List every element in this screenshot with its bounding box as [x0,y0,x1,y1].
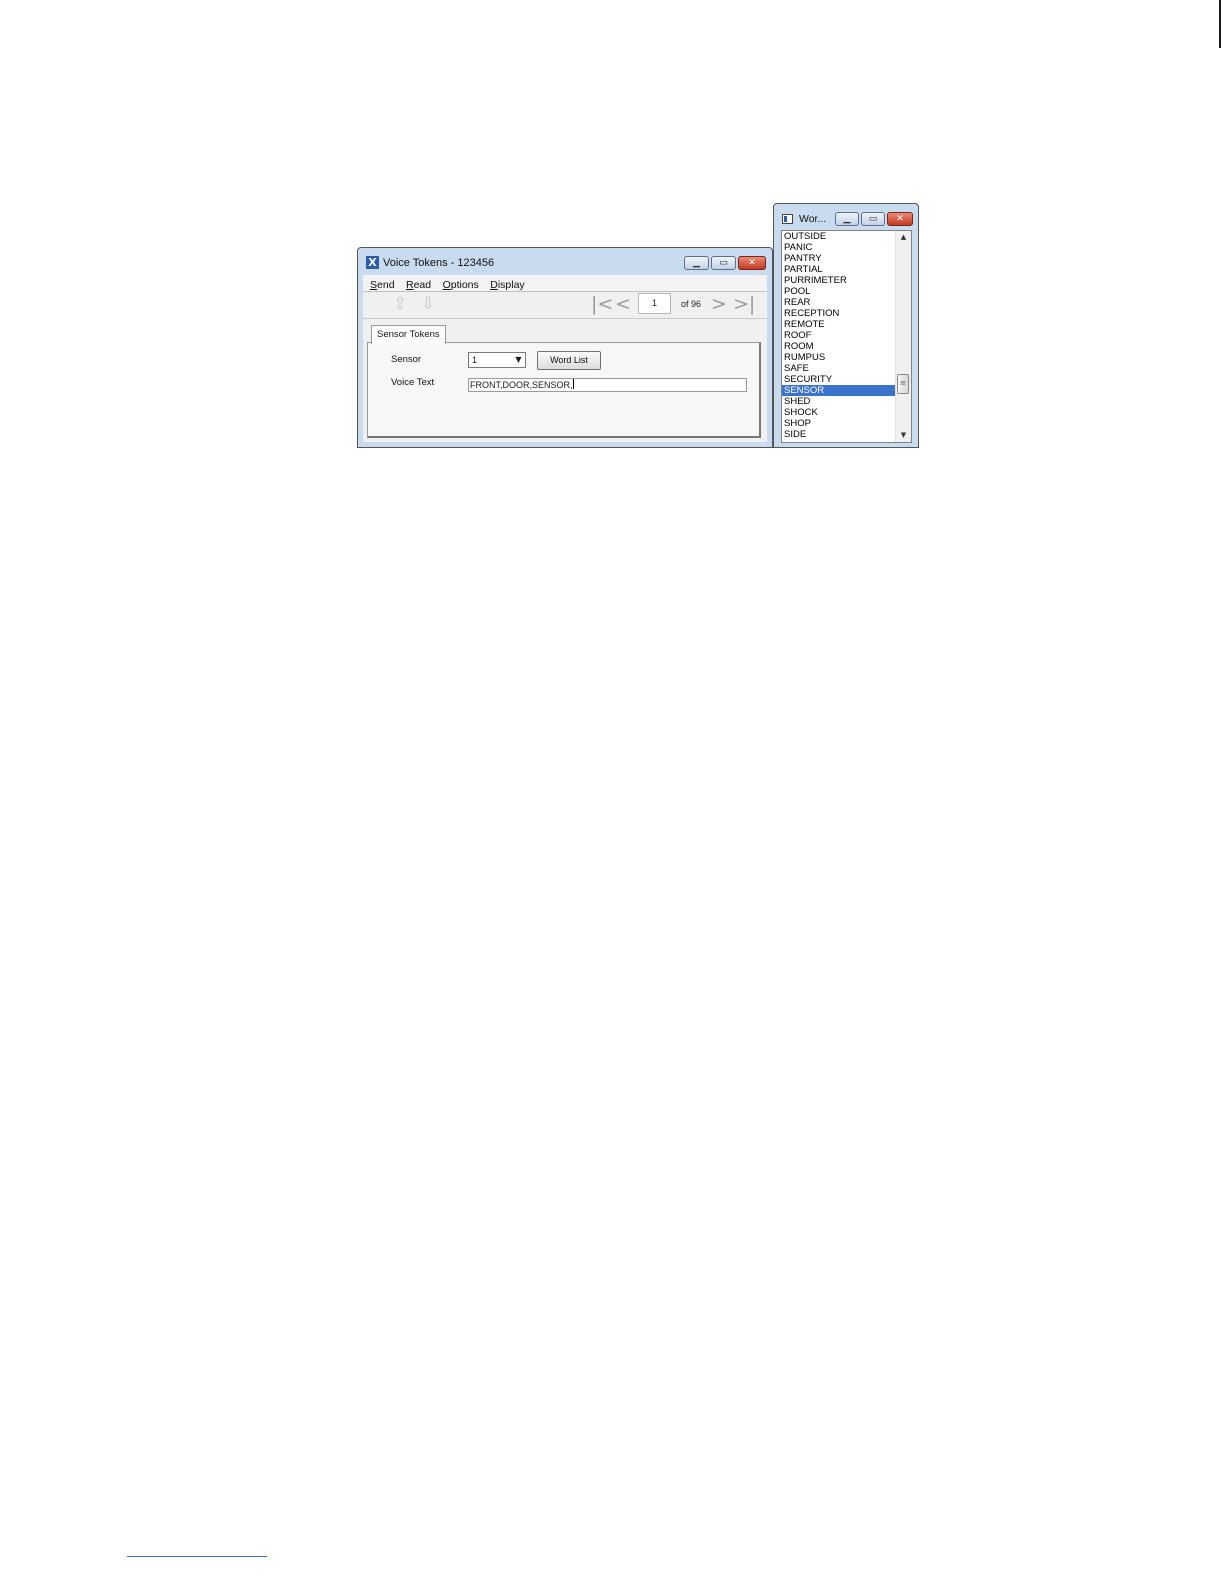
word-list-title-bar[interactable]: Wor... ▁ ▭ ✕ [774,204,918,231]
word-list-minimize-button[interactable]: ▁ [835,212,859,226]
list-item[interactable]: PANIC [782,242,896,253]
list-item[interactable]: POOL [782,286,896,297]
next-page-icon[interactable]: > [711,294,727,314]
list-item[interactable]: ROOF [782,330,896,341]
voice-text-label: Voice Text [391,377,435,388]
list-item[interactable]: RECEPTION [782,308,896,319]
voice-text-input[interactable]: FRONT,DOOR,SENSOR, [468,378,747,392]
list-item[interactable]: PARTIAL [782,264,896,275]
menu-read[interactable]: Read [406,277,431,293]
list-item[interactable]: OUTSIDE [782,231,896,242]
word-list-close-button[interactable]: ✕ [887,212,913,226]
list-item[interactable]: REAR [782,297,896,308]
word-listbox[interactable]: OUTSIDE PANIC PANTRY PARTIAL PURRIMETER POOL R… [781,230,912,443]
list-item[interactable]: SIDE [782,429,896,440]
vertical-scrollbar[interactable]: ▲ ≡ ▼ [895,231,911,442]
scroll-down-icon[interactable]: ▼ [896,429,911,442]
last-page-icon[interactable]: >| [733,294,755,314]
word-list-window: Wor... ▁ ▭ ✕ OUTSIDE PANIC PANTRY PARTIAL PU… [773,203,919,448]
maximize-button[interactable]: ▭ [711,256,736,270]
caption-buttons: ▁ ▭ ✕ [682,256,766,271]
toolbar: ⇧ ⇩ |< < 1 of 96 > >| [363,292,767,319]
word-items: OUTSIDE PANIC PANTRY PARTIAL PURRIMETER POOL R… [782,231,896,440]
read-download-icon[interactable]: ⇩ [421,295,435,313]
list-item[interactable]: ROOM [782,341,896,352]
sensor-value: 1 [472,355,478,365]
minimize-button[interactable]: ▁ [684,256,709,270]
app-logo-icon: X [366,256,379,269]
footnote-rule [127,1556,267,1557]
list-item[interactable]: SHOCK [782,407,896,418]
first-page-icon[interactable]: |< [591,294,613,314]
word-list-caption-buttons: ▁ ▭ ✕ [833,212,913,227]
list-item[interactable]: PURRIMETER [782,275,896,286]
sensor-label: Sensor [391,354,422,365]
text-caret [572,379,574,389]
window-client-area: ⇧ ⇩ |< < 1 of 96 > >| Sensor Tokens Sens… [363,292,767,442]
close-button[interactable]: ✕ [738,256,766,270]
list-item[interactable]: RUMPUS [782,352,896,363]
menu-options[interactable]: Options [443,277,479,293]
sensor-dropdown[interactable]: 1 ▼ [468,352,526,368]
list-item[interactable]: SENSOR [782,385,896,396]
sensor-tokens-panel: Sensor 1 ▼ Word List Voice Text FRONT,DO… [367,342,761,438]
list-item[interactable]: SHOP [782,418,896,429]
page-edge-rule [1219,0,1221,48]
window-title: Voice Tokens - 123456 [383,257,495,269]
window-icon [782,214,793,224]
word-list-title: Wor... [799,213,827,225]
menu-bar: Send Read Options Display [363,275,767,292]
list-item[interactable]: PANTRY [782,253,896,264]
title-bar[interactable]: X Voice Tokens - 123456 ▁ ▭ ✕ [358,248,772,275]
scroll-thumb[interactable]: ≡ [897,374,909,394]
menu-send[interactable]: Send [370,277,395,293]
tab-sensor-tokens[interactable]: Sensor Tokens [371,325,446,344]
send-upload-icon[interactable]: ⇧ [393,295,407,313]
scroll-up-icon[interactable]: ▲ [896,231,911,244]
dropdown-arrow-icon[interactable]: ▼ [512,353,525,367]
menu-display[interactable]: Display [490,277,524,293]
page-number-input[interactable]: 1 [638,293,671,314]
voice-text-value: FRONT,DOOR,SENSOR, [470,380,573,390]
page-count-label: of 96 [681,299,702,309]
list-item[interactable]: REMOTE [782,319,896,330]
voice-tokens-window: X Voice Tokens - 123456 ▁ ▭ ✕ Send Read … [357,247,773,448]
list-item[interactable]: SAFE [782,363,896,374]
previous-page-icon[interactable]: < [615,294,631,314]
word-list-maximize-button[interactable]: ▭ [861,212,885,226]
list-item[interactable]: SECURITY [782,374,896,385]
word-list-button[interactable]: Word List [537,351,601,370]
list-item[interactable]: SHED [782,396,896,407]
